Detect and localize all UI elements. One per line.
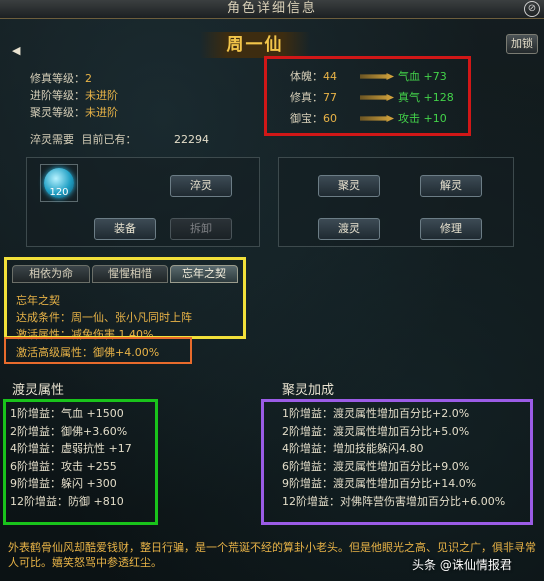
duling-section-title: 渡灵属性 — [12, 383, 65, 398]
back-arrow-icon[interactable]: ◀ — [12, 44, 20, 57]
jinjie-level-label: 进阶等级： — [30, 89, 85, 102]
jinjie-level-value: 未进阶 — [85, 89, 118, 102]
close-icon[interactable]: ⊘ — [524, 1, 540, 17]
window-title: 角色详细信息 — [226, 1, 317, 16]
window-title-bar: 角色详细信息 — [0, 0, 544, 19]
juling-level-value: 未进阶 — [85, 106, 118, 119]
unequip-button[interactable]: 拆卸 — [170, 218, 232, 240]
equip-button[interactable]: 装备 — [94, 218, 156, 240]
highlight-stats-box — [264, 56, 471, 136]
xiuzhen-level-row: 修真等级：2 — [30, 70, 118, 87]
watermark: 头条 @诛仙情报君 — [412, 558, 512, 572]
cuiling-need-label: 淬灵需要 — [30, 133, 74, 146]
jinjie-level-row: 进阶等级：未进阶 — [30, 87, 118, 104]
highlight-duling-box — [3, 399, 158, 525]
duling-button[interactable]: 渡灵 — [318, 218, 380, 240]
current-amount-value: 22294 — [174, 133, 209, 146]
highlight-advanced-box — [4, 337, 192, 364]
cuiling-button[interactable]: 淬灵 — [170, 175, 232, 197]
juling-button[interactable]: 聚灵 — [318, 175, 380, 197]
xiuzhen-level-label: 修真等级： — [30, 72, 85, 85]
xiuzhen-level-value: 2 — [85, 72, 92, 85]
highlight-juling-box — [261, 399, 533, 525]
level-info: 修真等级：2 进阶等级：未进阶 聚灵等级：未进阶 — [30, 70, 118, 121]
repair-button[interactable]: 修理 — [420, 218, 482, 240]
juling-section-title: 聚灵加成 — [282, 383, 335, 398]
highlight-bond-box — [4, 257, 246, 339]
lock-button[interactable]: 加锁 — [506, 34, 538, 54]
jieling-button[interactable]: 解灵 — [420, 175, 482, 197]
gem-count: 120 — [49, 187, 69, 198]
character-name: 周一仙 — [200, 32, 310, 58]
juling-level-label: 聚灵等级： — [30, 106, 85, 119]
juling-level-row: 聚灵等级：未进阶 — [30, 104, 118, 121]
cuiling-requirement: 淬灵需要 目前已有： 22294 — [30, 131, 209, 147]
current-amount-label: 目前已有： — [81, 133, 137, 146]
